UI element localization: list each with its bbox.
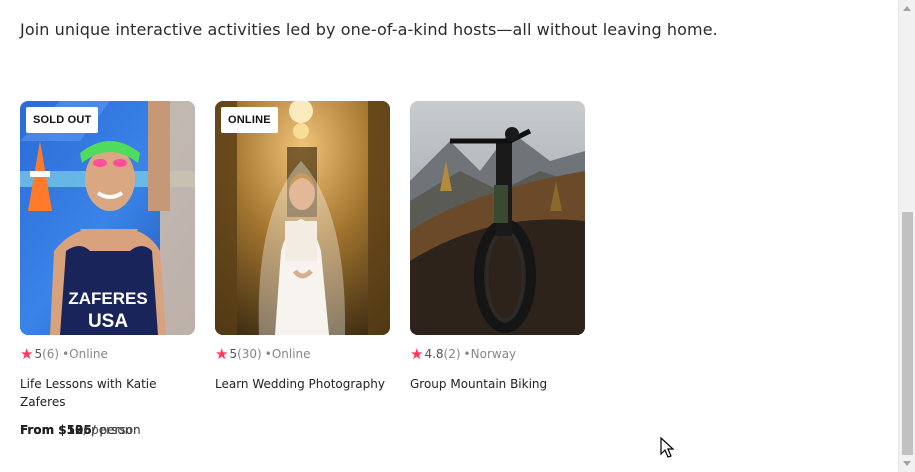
rating-value: 5 bbox=[34, 347, 43, 361]
bride-photo bbox=[215, 101, 390, 335]
rating-value: 5 bbox=[229, 347, 238, 361]
section-subtitle: Join unique interactive activities led b… bbox=[20, 20, 718, 39]
review-count: (30) bbox=[237, 347, 262, 361]
swimmer-photo: ZAFERES USA bbox=[20, 101, 195, 335]
card-price: From $50/ person bbox=[20, 423, 132, 437]
rating-value: 4.8 bbox=[424, 347, 444, 361]
star-icon: ★ bbox=[410, 344, 424, 363]
scroll-down-arrow-icon[interactable] bbox=[903, 461, 911, 466]
scrollbar-thumb[interactable] bbox=[902, 212, 913, 455]
review-count: (6) bbox=[42, 347, 60, 361]
card-image-bride[interactable]: ONLINE bbox=[215, 101, 390, 335]
vertical-scrollbar[interactable] bbox=[898, 0, 915, 472]
price-unit: / person bbox=[83, 423, 133, 437]
location-label: •Online bbox=[62, 347, 108, 361]
experience-card[interactable]: ZAFERES USA SOLD OUT ★ 5 (6) •Online Lif… bbox=[20, 101, 195, 437]
star-icon: ★ bbox=[215, 344, 229, 363]
mouse-cursor-icon bbox=[660, 437, 674, 458]
card-image-bike[interactable] bbox=[410, 101, 585, 335]
sold-out-badge: SOLD OUT bbox=[26, 107, 99, 133]
svg-text:USA: USA bbox=[88, 311, 128, 332]
section-heading-clipped bbox=[20, 0, 180, 4]
mountain-bike-photo bbox=[410, 101, 585, 335]
svg-text:ZAFERES: ZAFERES bbox=[68, 289, 147, 308]
experience-cards: ZAFERES USA SOLD OUT ★ 5 (6) •Online Lif… bbox=[20, 101, 585, 437]
experience-card[interactable]: ONLINE ★ 5 (30) •Online Learn Wedding Ph… bbox=[20, 101, 390, 437]
review-count: (2) bbox=[443, 347, 461, 361]
card-meta: ★ 4.8 (2) •Norway bbox=[410, 346, 585, 362]
price-amount: From $50 bbox=[20, 423, 84, 437]
card-meta: ★ 5 (6) •Online bbox=[20, 346, 195, 362]
experience-card[interactable]: ★ 4.8 (2) •Norway Group Mountain Biking … bbox=[20, 101, 585, 437]
scroll-up-arrow-icon[interactable] bbox=[903, 6, 911, 11]
card-title[interactable]: Life Lessons with Katie Zaferes bbox=[20, 375, 190, 411]
card-image-swimmer[interactable]: ZAFERES USA SOLD OUT bbox=[20, 101, 195, 335]
online-badge: ONLINE bbox=[221, 107, 278, 133]
card-meta: ★ 5 (30) •Online bbox=[215, 346, 390, 362]
card-title[interactable]: Group Mountain Biking bbox=[410, 375, 580, 393]
star-icon: ★ bbox=[20, 344, 34, 363]
location-label: •Online bbox=[264, 347, 311, 361]
location-label: •Norway bbox=[463, 347, 517, 361]
card-title[interactable]: Learn Wedding Photography bbox=[215, 375, 385, 393]
